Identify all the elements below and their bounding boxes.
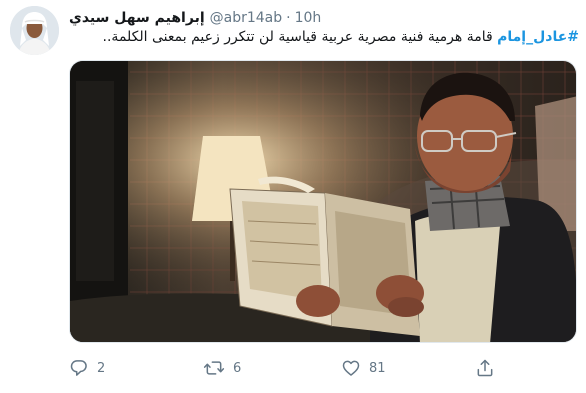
user-handle[interactable]: @abr14ab [210,10,283,26]
tweet-actions: 2 6 81 [69,356,569,380]
tweet[interactable]: إبراهيم سهل سيدي @abr14ab · 10h #عادل_إم… [0,0,586,393]
timestamp[interactable]: 10h [295,10,322,26]
reply-count: 2 [97,360,106,376]
tweet-photo[interactable] [69,60,577,343]
avatar-image [10,6,59,55]
retweet-count: 6 [233,360,242,376]
display-name[interactable]: إبراهيم سهل سيدي [69,10,205,26]
hashtag-link[interactable]: #عادل_إمام [497,29,579,45]
like-button[interactable]: 81 [341,356,386,380]
separator-dot: · [286,10,291,26]
share-button[interactable] [475,356,495,380]
tweet-text: #عادل_إمام قامة هرمية فنية مصرية عربية ق… [69,28,579,47]
reply-icon [69,358,89,378]
tweet-body: قامة هرمية فنية مصرية عربية قياسية لن تت… [102,29,498,45]
heart-icon [341,358,361,378]
photo-image [70,61,576,342]
avatar[interactable] [10,6,59,55]
share-icon [475,358,495,378]
retweet-button[interactable]: 6 [203,356,241,380]
like-count: 81 [369,360,386,376]
reply-button[interactable]: 2 [69,356,105,380]
retweet-icon [203,358,225,378]
tweet-header: إبراهيم سهل سيدي @abr14ab · 10h [69,7,321,29]
